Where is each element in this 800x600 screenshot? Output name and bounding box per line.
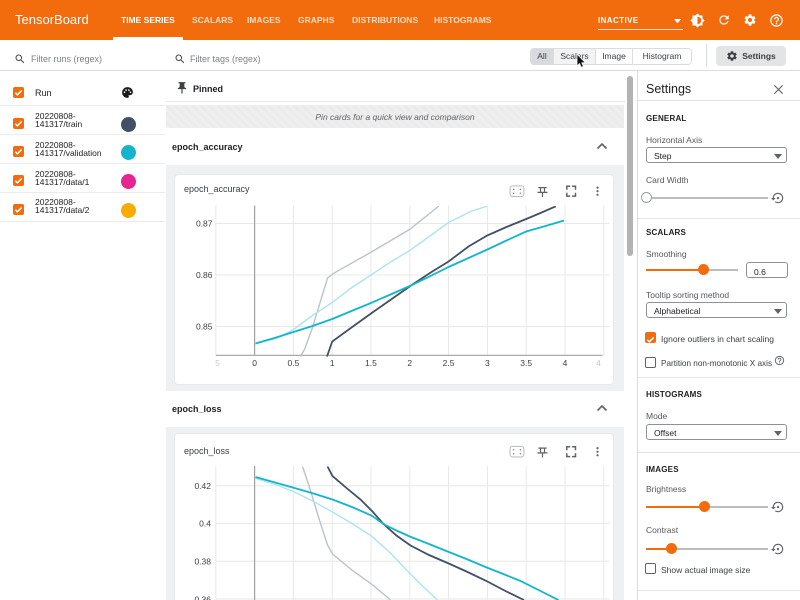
svg-text:0.38: 0.38 [194, 557, 211, 567]
svg-text:0.86: 0.86 [195, 270, 212, 280]
svg-text:4: 4 [596, 358, 601, 368]
svg-text:0.85: 0.85 [195, 321, 212, 331]
svg-text:1.5: 1.5 [365, 358, 377, 368]
svg-text:0.4: 0.4 [199, 519, 211, 529]
svg-text:0.5: 0.5 [287, 358, 299, 368]
svg-text:3: 3 [485, 358, 490, 368]
svg-text:2: 2 [407, 358, 412, 368]
svg-text:0.87: 0.87 [195, 218, 212, 228]
svg-text:4: 4 [562, 358, 567, 368]
svg-text:3.5: 3.5 [520, 358, 532, 368]
svg-text:0.42: 0.42 [194, 481, 211, 491]
svg-text:0: 0 [252, 358, 257, 368]
svg-text:2.5: 2.5 [442, 358, 454, 368]
svg-text:1: 1 [329, 358, 334, 368]
svg-text:5: 5 [215, 358, 220, 368]
svg-text:0.36: 0.36 [194, 594, 211, 600]
